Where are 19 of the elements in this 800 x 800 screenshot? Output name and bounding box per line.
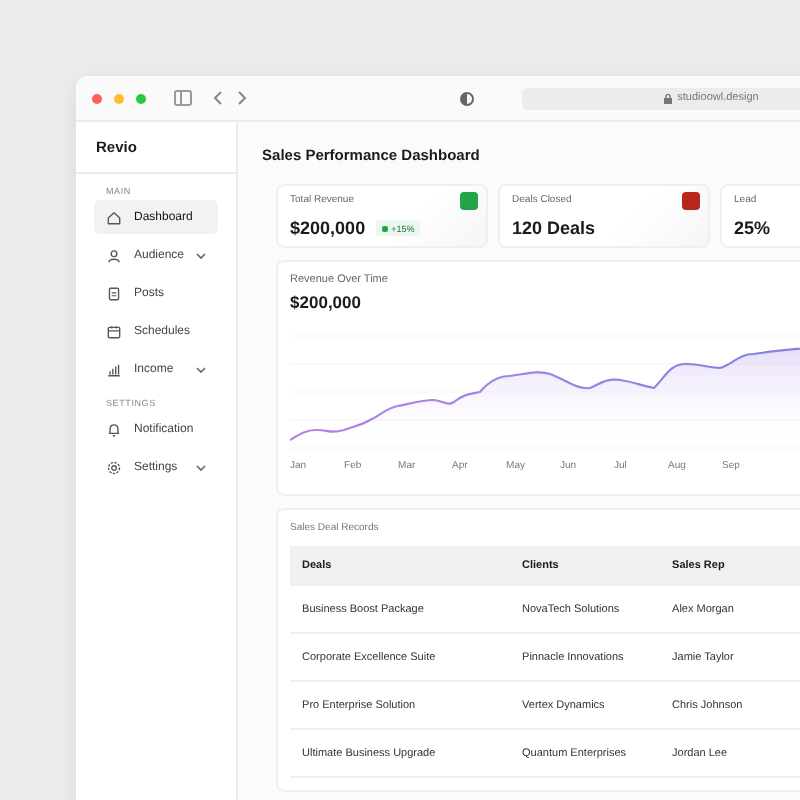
stat-value: 25% — [734, 218, 771, 238]
chevron-down-icon[interactable] — [196, 365, 207, 373]
back-icon[interactable] — [212, 90, 224, 106]
chevron-down-icon[interactable] — [196, 251, 207, 259]
lock-icon — [663, 93, 672, 103]
chevron-down-icon[interactable] — [196, 463, 207, 471]
home-icon — [106, 209, 122, 225]
document-icon — [106, 285, 122, 301]
bar-chart-icon — [106, 361, 122, 377]
calendar-icon — [106, 323, 122, 339]
user-icon — [106, 247, 122, 263]
forward-icon[interactable] — [236, 90, 248, 106]
stat-value: 120 Deals — [512, 218, 596, 238]
shield-icon[interactable] — [460, 91, 474, 105]
stat-value: $200,000 — [290, 218, 366, 238]
bell-icon — [106, 421, 122, 437]
sidebar-toggle-icon[interactable] — [174, 90, 192, 106]
chart-value: $200,000 — [290, 292, 363, 312]
settings-icon — [106, 459, 122, 475]
